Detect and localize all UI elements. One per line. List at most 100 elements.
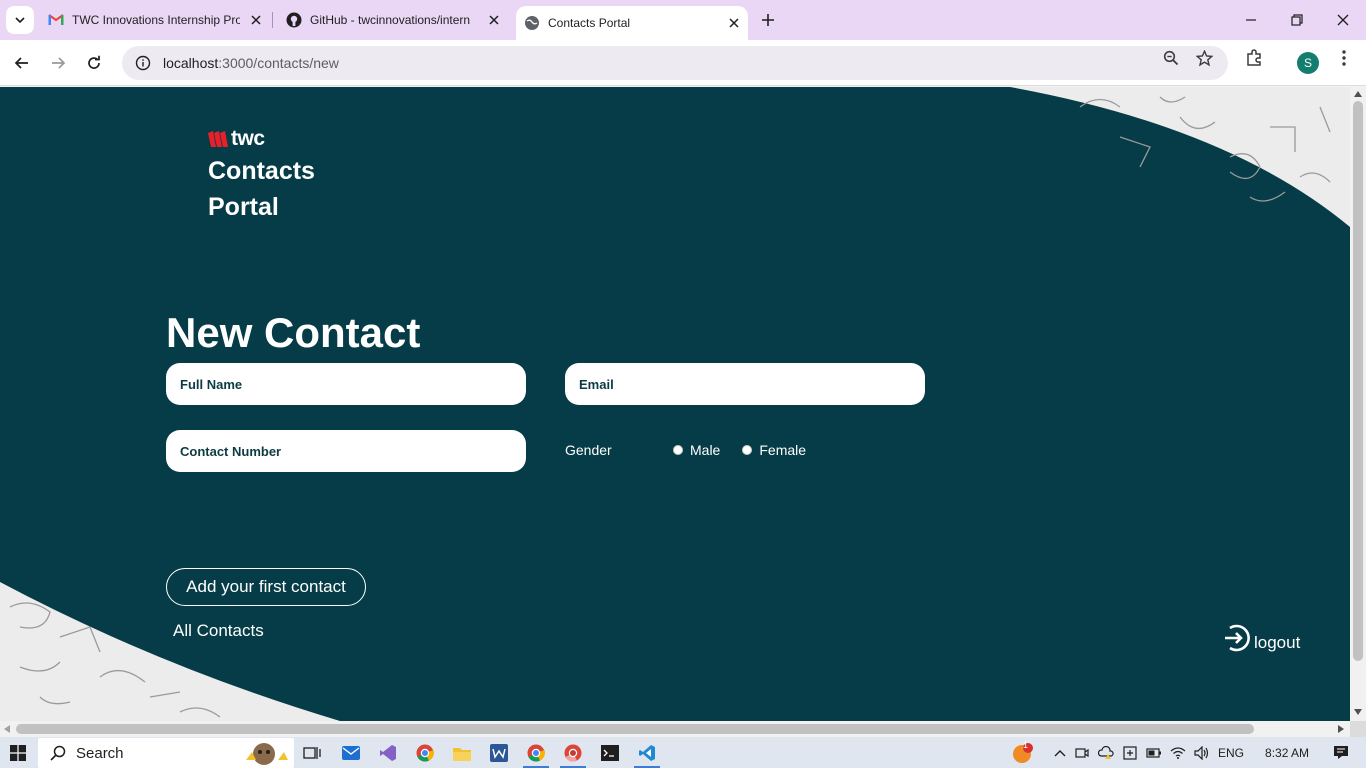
scrollbar-thumb[interactable] (16, 724, 1254, 734)
app-name: Contacts Portal (208, 157, 315, 221)
language-indicator[interactable]: ENG (1218, 746, 1244, 760)
system-tray: ENG 8:32 AM (1050, 737, 1349, 768)
full-name-input[interactable] (166, 363, 526, 405)
chevron-up-icon[interactable] (1050, 749, 1070, 757)
vscode-icon[interactable] (635, 741, 659, 765)
extensions-icon[interactable] (1243, 47, 1265, 69)
display-icon[interactable] (1118, 745, 1142, 760)
gender-label: Gender (565, 442, 612, 458)
radio-button[interactable] (742, 445, 753, 455)
close-icon (1337, 14, 1349, 26)
logout-icon (1225, 624, 1250, 652)
all-contacts-link[interactable]: All Contacts (173, 621, 264, 641)
taskbar: Search 1 ENG 8:32 AM (0, 737, 1366, 768)
vertical-scrollbar[interactable] (1350, 87, 1366, 721)
clock[interactable]: 8:32 AM (1265, 746, 1309, 760)
mail-app-icon[interactable] (339, 741, 363, 765)
restore-button[interactable] (1274, 0, 1320, 40)
notification-count: 1 (1023, 740, 1029, 750)
radio-button[interactable] (673, 445, 683, 455)
add-contact-button[interactable]: Add your first contact (166, 568, 366, 606)
logout-button[interactable]: logout (1222, 623, 1300, 653)
url-host: localhost (163, 55, 219, 71)
tab-title: GitHub - twcinnovations/intern (310, 13, 471, 27)
browser-toolbar: localhost:3000/contacts/new S (0, 40, 1366, 86)
back-button[interactable] (8, 49, 36, 77)
close-tab-icon[interactable] (248, 12, 264, 28)
scroll-left-icon[interactable] (4, 725, 10, 733)
scrollbar-corner (1350, 721, 1366, 737)
restore-icon (1291, 14, 1303, 26)
tab-search-button[interactable] (6, 6, 34, 34)
radio-label: Male (690, 442, 721, 458)
zoom-icon[interactable] (1160, 47, 1182, 69)
tab-title: TWC Innovations Internship Pro (72, 13, 240, 27)
file-explorer-icon[interactable] (450, 741, 474, 765)
visual-studio-icon[interactable] (376, 741, 400, 765)
chevron-down-icon (15, 17, 25, 24)
url-path: :3000/contacts/new (218, 55, 339, 71)
tab-contacts-portal[interactable]: Contacts Portal (516, 6, 748, 40)
close-tab-icon[interactable] (726, 15, 742, 31)
tab-github[interactable]: GitHub - twcinnovations/intern (272, 0, 502, 40)
url-text: localhost:3000/contacts/new (163, 55, 339, 71)
scroll-right-icon[interactable] (1338, 725, 1344, 733)
close-window-button[interactable] (1320, 0, 1366, 40)
gender-radio-female[interactable]: Female (742, 442, 806, 458)
wifi-icon[interactable] (1166, 746, 1190, 759)
logout-label: logout (1254, 633, 1301, 652)
meet-now-icon[interactable] (1070, 746, 1094, 760)
brand: twc Contacts Portal (208, 127, 348, 225)
logo-text: twc (231, 127, 265, 150)
chrome-icon[interactable] (524, 741, 548, 765)
search-highlight-illustration-icon (246, 743, 288, 765)
taskbar-search[interactable]: Search (38, 738, 294, 768)
horizontal-scrollbar[interactable] (0, 721, 1350, 737)
chrome-profile-icon[interactable] (561, 741, 585, 765)
scrollbar-thumb[interactable] (1353, 101, 1363, 661)
scroll-up-icon[interactable] (1354, 91, 1362, 97)
github-icon (286, 12, 302, 28)
forward-button[interactable] (44, 49, 72, 77)
twc-logo: twc (208, 127, 348, 151)
notification-center-icon[interactable] (1333, 745, 1349, 760)
bookmark-star-icon[interactable] (1193, 47, 1215, 69)
tab-strip: TWC Innovations Internship Pro GitHub - … (0, 0, 1366, 40)
arrow-left-icon (14, 57, 28, 69)
minimize-button[interactable] (1228, 0, 1274, 40)
radio-label: Female (759, 442, 807, 458)
new-tab-button[interactable] (756, 8, 780, 32)
profile-avatar[interactable]: S (1297, 52, 1319, 74)
arrow-right-icon (52, 57, 66, 69)
task-view-icon[interactable] (300, 741, 324, 765)
windows-icon (10, 745, 26, 761)
search-placeholder: Search (76, 744, 124, 762)
page-viewport: twc Contacts Portal New Contact Gender M… (0, 87, 1350, 721)
word-icon[interactable] (487, 741, 511, 765)
gender-radio-male[interactable]: Male (673, 442, 720, 458)
terminal-icon[interactable] (598, 741, 622, 765)
site-info-icon[interactable] (128, 55, 158, 71)
contact-number-input[interactable] (166, 430, 526, 472)
globe-icon (524, 15, 540, 31)
reload-icon (88, 55, 100, 69)
gender-group: Gender Male Female (565, 442, 828, 458)
close-tab-icon[interactable] (486, 12, 502, 28)
gmail-icon (48, 12, 64, 28)
tab-gmail[interactable]: TWC Innovations Internship Pro (34, 0, 264, 40)
twc-logo-icon (208, 131, 228, 147)
battery-icon[interactable] (1142, 747, 1166, 758)
kebab-menu-icon[interactable] (1333, 47, 1355, 69)
onedrive-warning-icon[interactable] (1094, 745, 1118, 760)
page-title: New Contact (166, 309, 421, 356)
reload-button[interactable] (80, 49, 108, 77)
start-button[interactable] (6, 741, 30, 765)
search-icon (50, 745, 66, 761)
minimize-icon (1246, 19, 1256, 21)
email-input[interactable] (565, 363, 925, 405)
address-bar[interactable]: localhost:3000/contacts/new (122, 46, 1228, 80)
chrome-icon[interactable] (413, 741, 437, 765)
volume-icon[interactable] (1190, 745, 1214, 760)
plus-icon (762, 14, 774, 26)
scroll-down-icon[interactable] (1354, 709, 1362, 715)
